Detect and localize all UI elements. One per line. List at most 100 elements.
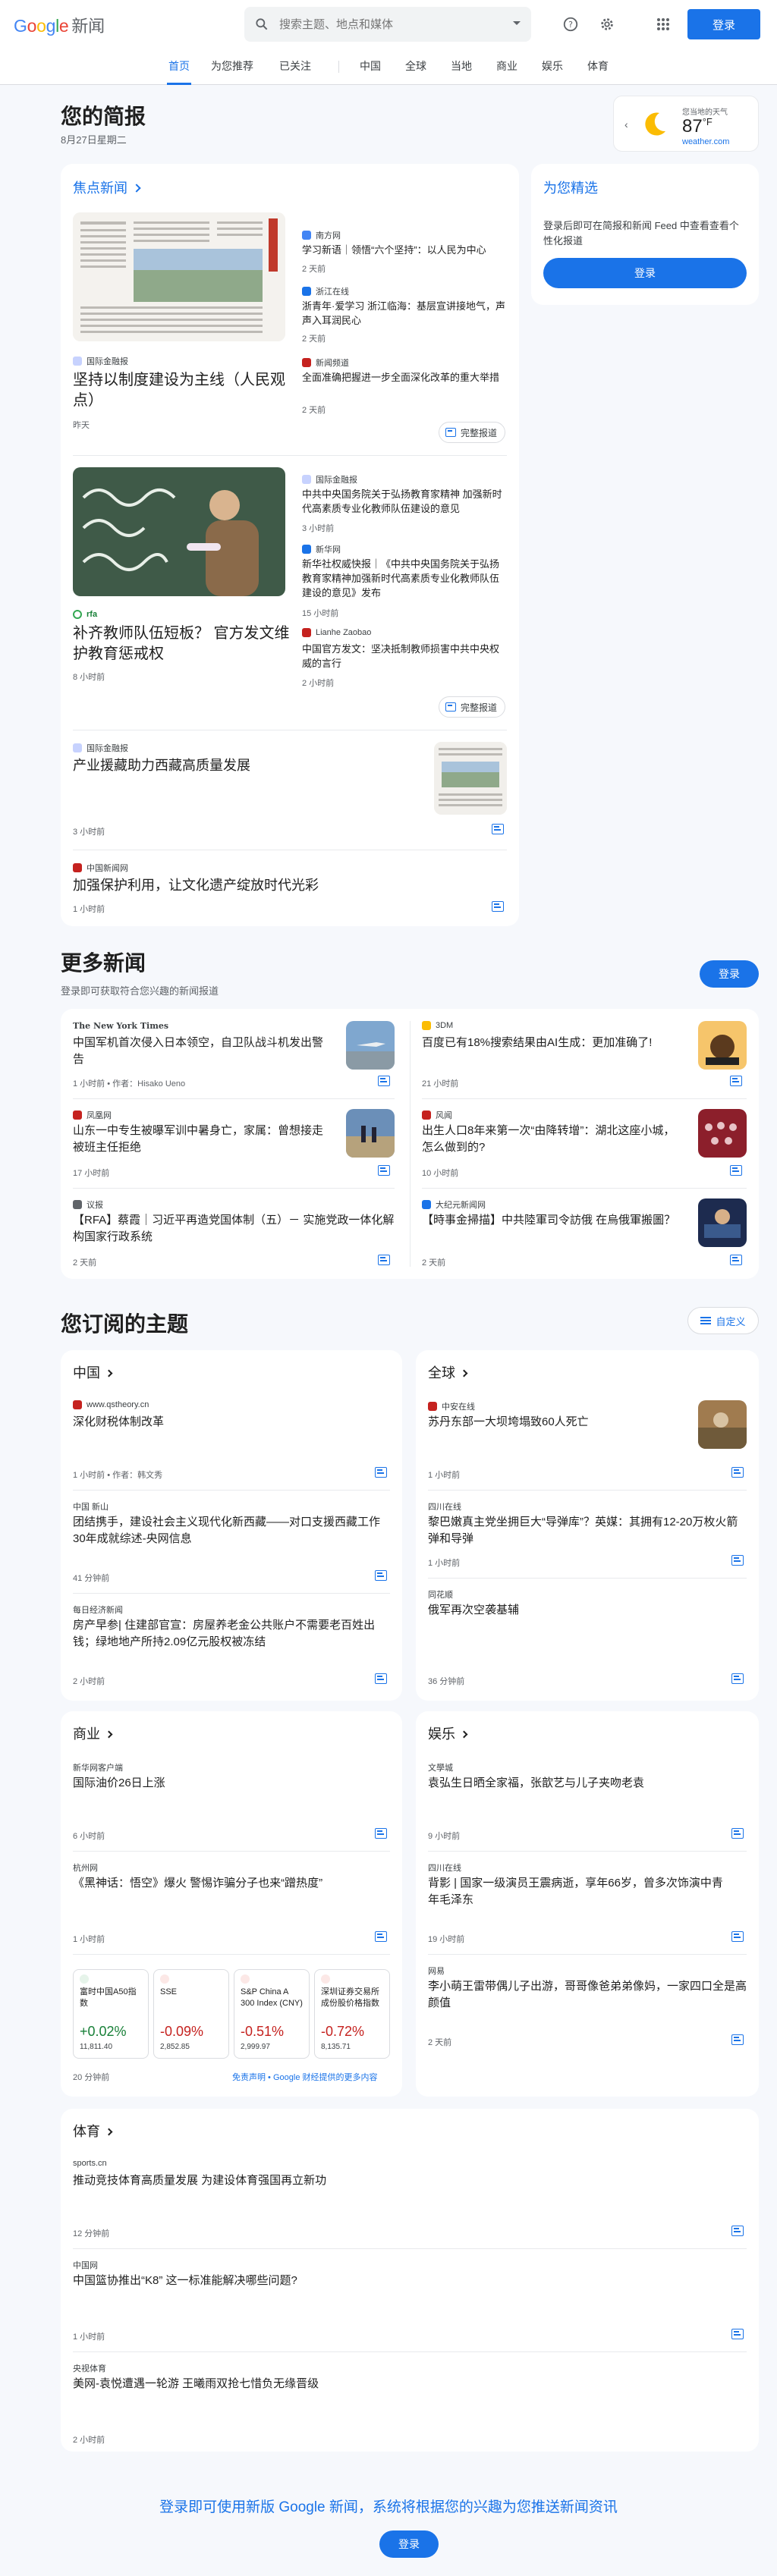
full-coverage-icon[interactable] [492, 824, 504, 834]
story-headline[interactable]: 加强保护利用，让文化遗产绽放时代光彩 [73, 877, 467, 894]
full-coverage-icon[interactable] [375, 1467, 387, 1478]
full-coverage-icon[interactable] [731, 2034, 744, 2045]
tab-entertainment[interactable]: 娱乐 [542, 49, 563, 85]
story-headline[interactable]: 中国军机首次侵入日本领空，自卫队战斗机发出警告 [73, 1035, 331, 1068]
topic-link-sports[interactable]: 体育 [73, 2121, 113, 2141]
story-headline[interactable]: 推动竞技体育高质量发展 为建设体育强国再立新功 [73, 2172, 725, 2189]
full-coverage-icon[interactable] [730, 1076, 742, 1086]
tab-following[interactable]: 已关注 [279, 49, 311, 85]
full-coverage-icon[interactable] [731, 2329, 744, 2339]
tab-for-you[interactable]: 为您推荐 [211, 49, 253, 85]
full-coverage-button[interactable]: 完整报道 [439, 422, 506, 443]
search-input[interactable] [279, 17, 499, 31]
full-coverage-icon[interactable] [731, 1673, 744, 1684]
story-headline[interactable]: 国际油价26日上涨 [73, 1775, 376, 1792]
story-headline[interactable]: 学习新语｜领悟“六个坚持”：以人民为中心 [302, 243, 507, 257]
tab-business[interactable]: 商业 [496, 49, 517, 85]
search-icon[interactable] [244, 17, 279, 32]
story-source: Lianhe Zaobao [302, 628, 371, 637]
stock-card[interactable]: SSE -0.09% 2,852.85 [153, 1969, 229, 2059]
story-thumbnail[interactable] [698, 1400, 747, 1449]
topic-link-business[interactable]: 商业 [73, 1723, 113, 1743]
full-coverage-icon[interactable] [730, 1255, 742, 1265]
story-headline[interactable]: 中共中央国务院关于弘扬教育家精神 加强新时代高素质专业化教师队伍建设的意见 [302, 487, 507, 516]
stock-card[interactable]: 深圳证券交易所成份股价格指数 -0.72% 8,135.71 [314, 1969, 390, 2059]
more-news-title: 更多新闻 [61, 951, 146, 975]
story-headline[interactable]: 产业援藏助力西藏高质量发展 [73, 757, 422, 774]
story-headline[interactable]: 浙青年·爱学习 浙江临海：基层宣讲接地气，声声入耳润民心 [302, 299, 507, 328]
topic-link-china[interactable]: 中国 [73, 1362, 113, 1382]
full-coverage-icon[interactable] [378, 1076, 390, 1086]
stock-card[interactable]: S&P China A 300 Index (CNY) -0.51% 2,999.9… [234, 1969, 310, 2059]
apps-grid-icon[interactable] [654, 15, 672, 33]
help-icon[interactable]: ? [562, 15, 580, 33]
story-headline[interactable]: 补齐教师队伍短板？ 官方发文维护教育惩戒权 [73, 624, 293, 664]
customize-button[interactable]: 自定义 [687, 1307, 759, 1334]
story-headline[interactable]: 百度已有18%搜索结果由AI生成：更加准确了! [422, 1035, 680, 1051]
story-headline[interactable]: 坚持以制度建设为主线（人民观点） [73, 370, 293, 411]
full-coverage-icon[interactable] [731, 1828, 744, 1839]
story-thumbnail[interactable] [434, 742, 507, 815]
story-headline[interactable]: 【RFA】蔡霞｜习近平再造党国体制（五）－ 实施党政一体化解构国家行政系统 [73, 1212, 395, 1246]
tab-china[interactable]: 中国 [360, 49, 381, 85]
full-coverage-icon[interactable] [375, 1828, 387, 1839]
picks-sign-in-button[interactable]: 登录 [543, 258, 747, 288]
top-stories-link[interactable]: 焦点新闻 [73, 177, 141, 197]
story-image-teacher[interactable] [73, 467, 285, 596]
story-headline[interactable]: 李小萌王雷带偶儿子出游，哥哥像爸弟弟像妈，一家四口全是高颜值 [428, 1978, 747, 2012]
full-coverage-icon[interactable] [378, 1255, 390, 1265]
full-coverage-icon[interactable] [730, 1165, 742, 1176]
story-headline[interactable]: 山东一中专生被曝军训中暑身亡，家属：曾想接走被班主任拒绝 [73, 1123, 331, 1156]
settings-gear-icon[interactable] [598, 15, 616, 33]
story-thumbnail[interactable] [698, 1198, 747, 1247]
full-coverage-icon[interactable] [375, 1931, 387, 1942]
more-news-sign-in-button[interactable]: 登录 [700, 960, 759, 988]
story-headline[interactable]: 全面准确把握进一步全面深化改革的重大举措 [302, 370, 507, 385]
story-headline[interactable]: 苏丹东部一大坝垮塌致60人死亡 [428, 1414, 686, 1431]
footer-sign-in-button[interactable]: 登录 [379, 2530, 439, 2558]
full-coverage-icon[interactable] [731, 1931, 744, 1942]
story-headline[interactable]: 美网-袁悦遭遇一轮游 王曦雨双抢七惜负无缘晋级 [73, 2376, 725, 2392]
full-coverage-icon[interactable] [492, 901, 504, 912]
story-headline[interactable]: 袁弘生日晒全家福，张歆艺与儿子夹吻老袁 [428, 1775, 747, 1792]
story-thumbnail[interactable] [698, 1109, 747, 1158]
stock-card[interactable]: 富时中国A50指数 +0.02% 11,811.40 [73, 1969, 149, 2059]
story-headline[interactable]: 新华社权威快报｜《中共中央国务院关于弘扬教育家精神加强新时代高素质专业化教师队伍… [302, 557, 507, 600]
full-coverage-icon[interactable] [731, 1555, 744, 1566]
tab-home[interactable]: 首页 [167, 49, 191, 85]
story-headline[interactable]: 黎巴嫩真主党坐拥巨大“导弹库”？英媒：其拥有12-20万枚火箭弹和导弹 [428, 1514, 747, 1547]
chevron-left-icon[interactable]: ‹ [624, 118, 628, 130]
weather-source-link[interactable]: weather.com [682, 137, 729, 146]
full-coverage-icon[interactable] [375, 1673, 387, 1684]
story-headline[interactable]: 中国篮协推出“K8” 这一标准能解决哪些问题? [73, 2273, 725, 2289]
topic-link-world[interactable]: 全球 [428, 1362, 468, 1382]
story-headline[interactable]: 出生人口8年来第一次“由降转增”：湖北这座小城，怎么做到的? [422, 1123, 680, 1156]
story-headline[interactable]: 俄军再次空袭基辅 [428, 1602, 747, 1619]
search-box[interactable] [244, 7, 531, 42]
story-headline[interactable]: 【時事金掃描】中共陸軍司令訪俄 在烏俄軍搬圖？ [422, 1212, 680, 1229]
full-coverage-button[interactable]: 完整报道 [439, 696, 506, 718]
story-thumbnail[interactable] [346, 1021, 395, 1070]
topic-link-entertainment[interactable]: 娱乐 [428, 1723, 468, 1743]
google-news-logo[interactable]: Google 新闻 [14, 13, 105, 37]
story-thumbnail[interactable] [698, 1021, 747, 1070]
tab-world[interactable]: 全球 [405, 49, 426, 85]
chevron-down-icon[interactable] [513, 21, 521, 25]
story-image-newspaper[interactable] [73, 212, 285, 341]
full-coverage-icon[interactable] [378, 1165, 390, 1176]
tab-local[interactable]: 当地 [451, 49, 472, 85]
story-headline[interactable]: 背影 | 国家一级演员王震病逝，享年66岁，曾多次饰演中青年毛泽东 [428, 1875, 731, 1908]
tab-sports[interactable]: 体育 [587, 49, 609, 85]
full-coverage-icon[interactable] [731, 2226, 744, 2236]
full-coverage-icon[interactable] [731, 1467, 744, 1478]
story-headline[interactable]: 中国官方发文：坚决抵制教师损害中共中央权威的言行 [302, 642, 507, 671]
sign-in-button[interactable]: 登录 [687, 9, 760, 39]
story-headline[interactable]: 团结携手，建设社会主义现代化新西藏——对口支援西藏工作30年成就综述-央网信息 [73, 1514, 390, 1547]
finance-disclaimer-link[interactable]: 免责声明 • Google 财经提供的更多内容 [232, 2071, 378, 2083]
story-headline[interactable]: 房产早参| 住建部官宣：房屋养老金公共账户不需要老百姓出钱；绿地地产所持2.09… [73, 1617, 390, 1651]
story-thumbnail[interactable] [346, 1109, 395, 1158]
full-coverage-icon[interactable] [375, 1570, 387, 1581]
story-headline[interactable]: 《黑神话：悟空》爆火 警惕诈骗分子也来“蹭热度” [73, 1875, 390, 1892]
weather-widget[interactable]: ‹ 您当地的天气 87°F weather.com [613, 96, 759, 152]
story-headline[interactable]: 深化财税体制改革 [73, 1414, 376, 1431]
